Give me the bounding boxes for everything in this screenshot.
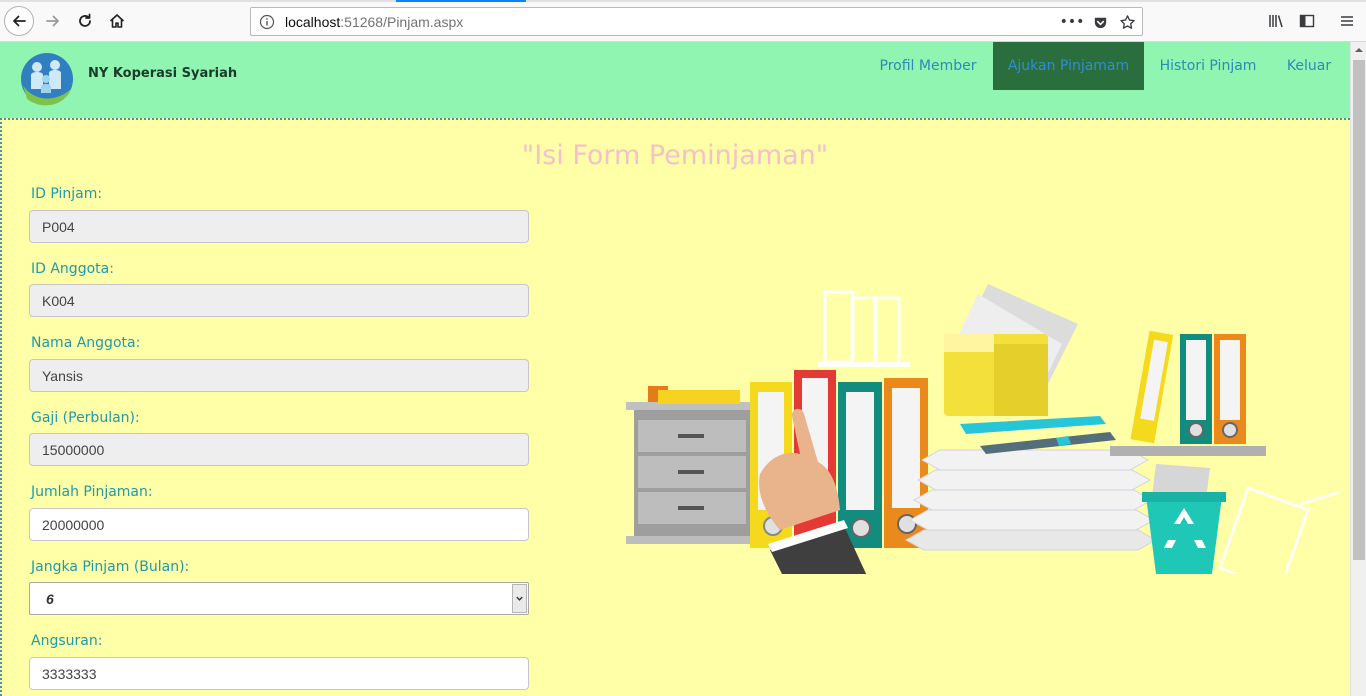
- bookmark-star-icon[interactable]: [1118, 13, 1136, 31]
- jangka-pinjam-value: 6: [46, 590, 54, 607]
- url-path: :51268/Pinjam.aspx: [340, 14, 464, 30]
- id-pinjam-label: ID Pinjam:: [31, 186, 103, 202]
- page-actions-icon[interactable]: •••: [1060, 13, 1085, 31]
- menu-hamburger-icon[interactable]: [1337, 11, 1357, 31]
- url-text[interactable]: localhost:51268/Pinjam.aspx: [285, 14, 463, 30]
- scrollbar-thumb[interactable]: [1353, 60, 1365, 560]
- nav-profil-member[interactable]: Profil Member: [866, 42, 990, 90]
- forward-button[interactable]: [38, 6, 68, 36]
- nama-anggota-field[interactable]: Yansis: [29, 359, 529, 392]
- nav-ajukan-pinjaman-label: Ajukan Pinjamam: [1007, 58, 1130, 74]
- gaji-label: Gaji (Perbulan):: [31, 410, 140, 426]
- angsuran-label: Angsuran:: [31, 633, 103, 649]
- scroll-up-icon[interactable]: [1354, 45, 1364, 55]
- pocket-icon[interactable]: [1091, 13, 1109, 31]
- shelf-binders: [1110, 330, 1266, 456]
- nav-histori-pinjam[interactable]: Histori Pinjam: [1150, 42, 1266, 90]
- id-pinjam-field[interactable]: P004: [29, 210, 529, 243]
- paper-stack: [904, 416, 1158, 551]
- home-icon: [109, 14, 125, 28]
- page-viewport: NY Koperasi Syariah Profil Member Ajukan…: [0, 42, 1350, 696]
- chevron-down-icon[interactable]: [512, 584, 527, 613]
- yellow-folder: [944, 284, 1078, 416]
- scribbled-paper: [1218, 486, 1340, 574]
- nama-anggota-label: Nama Anggota:: [31, 335, 141, 351]
- nav-profil-member-label: Profil Member: [879, 58, 977, 74]
- browser-toolbar: localhost:51268/Pinjam.aspx •••: [0, 0, 1366, 42]
- jumlah-pinjaman-label: Jumlah Pinjaman:: [31, 484, 153, 500]
- back-button[interactable]: [4, 6, 34, 36]
- filing-cabinet: [626, 386, 752, 544]
- nav-histori-pinjam-label: Histori Pinjam: [1159, 58, 1257, 74]
- site-header: NY Koperasi Syariah Profil Member Ajukan…: [0, 42, 1350, 118]
- reload-icon: [79, 13, 91, 27]
- id-anggota-field[interactable]: K004: [29, 284, 529, 317]
- address-bar[interactable]: localhost:51268/Pinjam.aspx •••: [250, 7, 1143, 36]
- reload-button[interactable]: [70, 6, 100, 36]
- id-anggota-label: ID Anggota:: [31, 261, 114, 277]
- active-tab-indicator: [396, 0, 526, 2]
- cooperative-logo: [21, 53, 73, 106]
- library-icon[interactable]: [1266, 11, 1286, 31]
- jumlah-pinjaman-field[interactable]: 20000000: [29, 508, 529, 541]
- sidebar-toggle-icon[interactable]: [1297, 11, 1317, 31]
- jangka-pinjam-select[interactable]: 6: [29, 582, 529, 615]
- document-folders-illustration: [626, 284, 1340, 574]
- nav-keluar[interactable]: Keluar: [1276, 42, 1342, 90]
- brand-name: NY Koperasi Syariah: [88, 66, 238, 81]
- url-host: localhost: [285, 14, 341, 30]
- nav-ajukan-pinjaman[interactable]: Ajukan Pinjamam: [993, 42, 1144, 90]
- angsuran-field[interactable]: 3333333: [29, 657, 529, 690]
- nav-keluar-label: Keluar: [1286, 58, 1332, 74]
- outline-folders: [818, 290, 910, 367]
- gaji-field[interactable]: 15000000: [29, 433, 529, 466]
- info-icon[interactable]: [259, 14, 275, 30]
- home-button[interactable]: [102, 6, 132, 36]
- back-arrow-icon: [13, 15, 26, 27]
- recycle-bin: [1142, 464, 1226, 574]
- forward-arrow-icon: [46, 15, 59, 27]
- form-title: "Isi Form Peminjaman": [521, 140, 829, 171]
- tab-strip-line: [0, 0, 1366, 2]
- page-scrollbar[interactable]: [1350, 42, 1366, 696]
- jangka-pinjam-label: Jangka Pinjam (Bulan):: [31, 559, 190, 575]
